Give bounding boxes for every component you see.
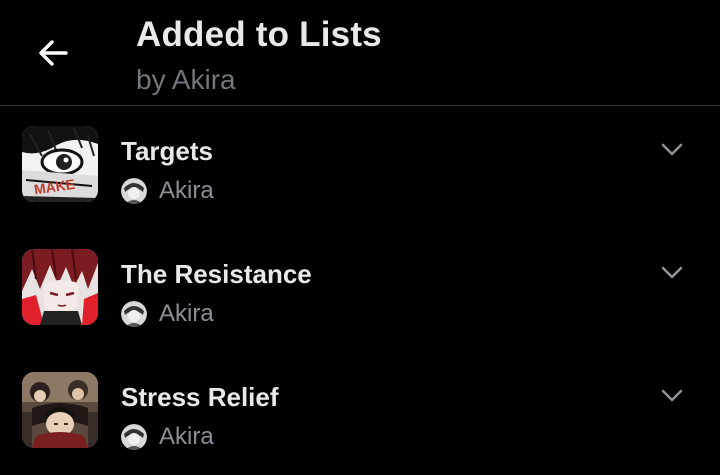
list-item[interactable]: The Resistance Akira <box>0 229 720 352</box>
list-item[interactable]: MAKE Targets Akira <box>0 106 720 229</box>
back-button[interactable] <box>32 32 74 74</box>
list-thumbnail <box>22 249 98 325</box>
chevron-down-icon <box>661 266 683 279</box>
owner-name: Akira <box>159 300 214 327</box>
owner-avatar <box>121 424 147 450</box>
lists-container: MAKE Targets Akira The Resistance Akira … <box>0 106 720 475</box>
list-name: The Resistance <box>121 259 312 289</box>
expand-button[interactable] <box>656 380 688 412</box>
owner-name: Akira <box>159 423 214 450</box>
list-owner: Akira <box>121 176 214 206</box>
page-subtitle: by Akira <box>136 64 236 95</box>
list-item[interactable]: Stress Relief Akira <box>0 352 720 475</box>
expand-button[interactable] <box>656 257 688 289</box>
page-title: Added to Lists <box>136 15 382 54</box>
list-thumbnail: MAKE <box>22 126 98 202</box>
list-owner: Akira <box>121 299 214 329</box>
list-name: Stress Relief <box>121 382 279 412</box>
chevron-down-icon <box>661 389 683 402</box>
list-owner: Akira <box>121 422 214 452</box>
page-header: Added to Lists by Akira <box>0 0 720 106</box>
list-thumbnail <box>22 372 98 448</box>
owner-avatar <box>121 301 147 327</box>
arrow-left-icon <box>39 40 68 66</box>
expand-button[interactable] <box>656 134 688 166</box>
chevron-down-icon <box>661 143 683 156</box>
owner-name: Akira <box>159 177 214 204</box>
owner-avatar <box>121 178 147 204</box>
list-name: Targets <box>121 136 213 166</box>
